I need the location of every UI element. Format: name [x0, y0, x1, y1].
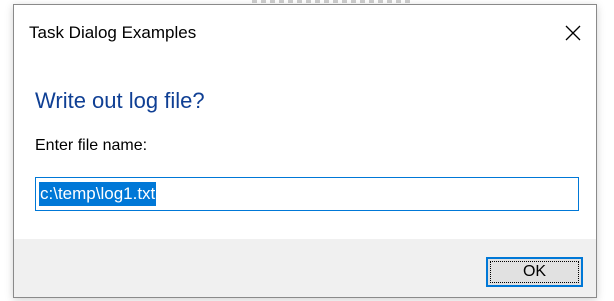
- file-name-input-value: c:\temp\log1.txt: [39, 182, 157, 206]
- ok-button-label: OK: [522, 263, 547, 280]
- title-bar[interactable]: Task Dialog Examples: [14, 5, 596, 61]
- file-name-label: Enter file name:: [35, 137, 148, 154]
- main-instruction: Write out log file?: [35, 88, 205, 113]
- task-dialog: Task Dialog Examples Write out log file?…: [13, 4, 597, 298]
- dialog-footer: OK: [14, 239, 596, 297]
- file-name-input[interactable]: c:\temp\log1.txt: [35, 177, 579, 211]
- ok-button[interactable]: OK: [486, 257, 583, 287]
- close-button[interactable]: [550, 5, 596, 61]
- close-icon: [565, 25, 581, 41]
- window-title: Task Dialog Examples: [29, 23, 197, 42]
